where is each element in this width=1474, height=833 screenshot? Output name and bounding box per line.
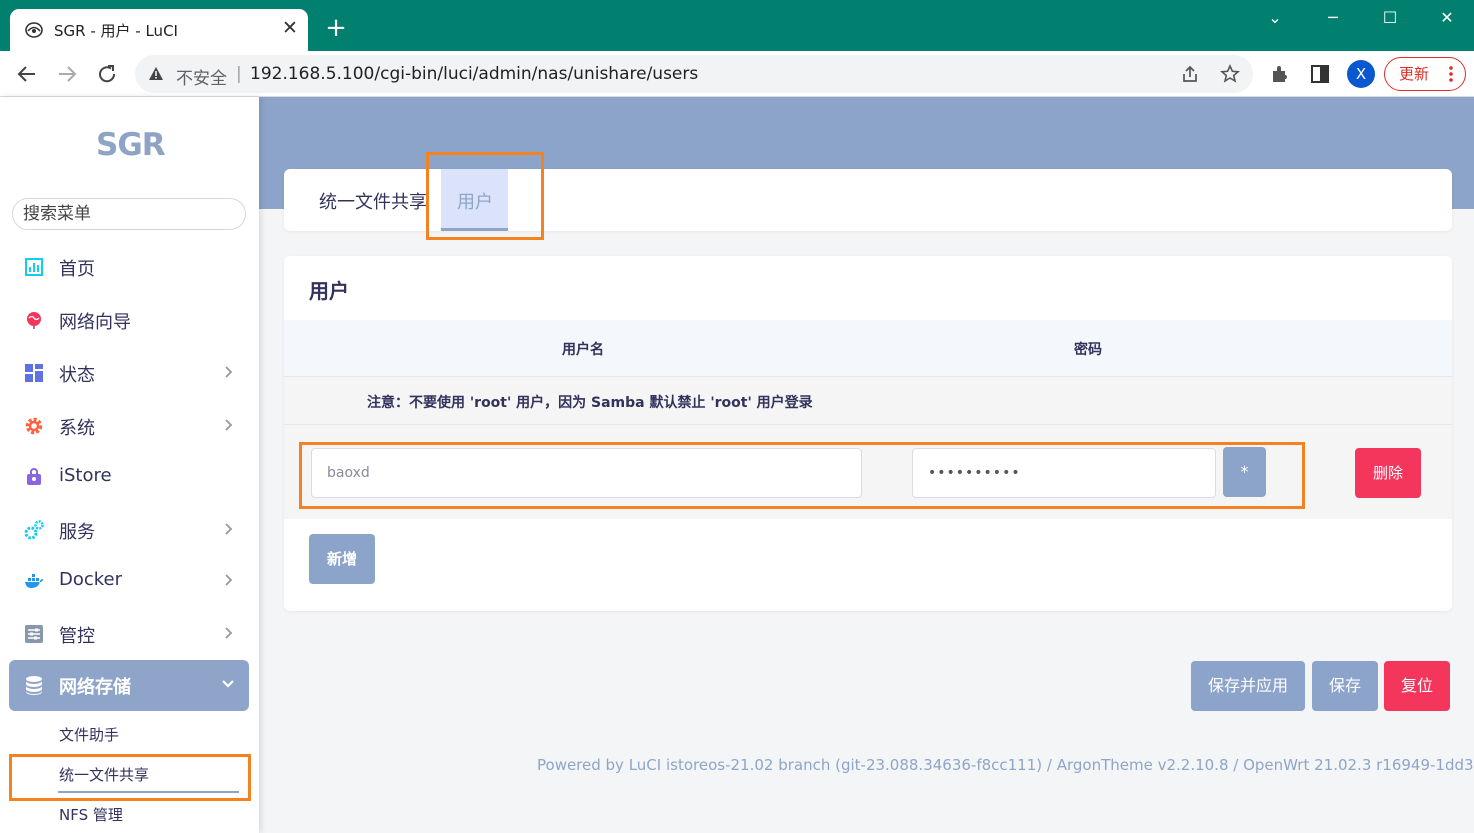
- logo[interactable]: SGR: [96, 127, 166, 163]
- extensions-icon[interactable]: [1269, 63, 1291, 85]
- table-header: 用户名 密码: [284, 320, 1452, 377]
- new-tab-button[interactable]: +: [322, 14, 350, 42]
- tab-unishare[interactable]: 统一文件共享: [319, 188, 427, 214]
- users-section: 用户 用户名 密码 注意：不要使用 'root' 用户，因为 Samba 默认禁…: [284, 256, 1452, 611]
- sidebar-item-network-wizard[interactable]: 网络向导: [0, 295, 259, 345]
- database-icon: [26, 676, 42, 695]
- column-header-password: 密码: [1074, 342, 1102, 358]
- back-icon[interactable]: [13, 61, 41, 87]
- sidebar-item-label: 系统: [59, 418, 95, 439]
- notice-row: 注意：不要使用 'root' 用户，因为 Samba 默认禁止 'root' 用…: [284, 377, 1452, 425]
- update-button[interactable]: 更新: [1384, 57, 1466, 91]
- sidebar-item-control[interactable]: 管控: [0, 609, 259, 659]
- sidebar-item-label: 状态: [59, 365, 95, 386]
- sidebar-item-label: 管控: [59, 626, 95, 647]
- sidebar-item-label: 网络向导: [59, 312, 131, 333]
- sidebar-item-docker[interactable]: Docker: [0, 556, 259, 606]
- warning-icon[interactable]: [148, 66, 164, 81]
- docker-icon: [25, 574, 43, 588]
- url-separator: |: [236, 64, 242, 84]
- section-title: 用户: [309, 279, 349, 303]
- chevron-right-icon: [225, 366, 233, 378]
- minimize-icon[interactable]: ─: [1318, 6, 1348, 30]
- password-input[interactable]: ••••••••••: [912, 448, 1216, 498]
- tab-users-label: 用户: [457, 192, 493, 213]
- globe-icon: [27, 312, 41, 329]
- star-icon[interactable]: [1220, 64, 1240, 84]
- tab-title: SGR - 用户 - LuCI: [54, 22, 178, 40]
- browser-toolbar: 不安全 | 192.168.5.100/cgi-bin/luci/admin/n…: [0, 51, 1474, 97]
- profile-avatar[interactable]: X: [1347, 60, 1375, 88]
- window-close-icon[interactable]: ✕: [1432, 6, 1462, 30]
- menu-dots-icon: [1449, 66, 1453, 82]
- table-row: baoxd •••••••••• * 删除: [284, 425, 1452, 519]
- browser-tab[interactable]: SGR - 用户 - LuCI ✕: [10, 9, 308, 51]
- chevron-right-icon: [225, 627, 233, 639]
- sidebar-item-nas[interactable]: 网络存储: [9, 660, 249, 711]
- maximize-icon[interactable]: ☐: [1375, 6, 1405, 30]
- reload-icon[interactable]: [93, 61, 121, 87]
- chevron-right-icon: [225, 419, 233, 431]
- chevron-down-icon: [222, 680, 234, 688]
- username-input[interactable]: baoxd: [311, 448, 862, 498]
- sliders-icon: [25, 625, 43, 643]
- add-button[interactable]: 新增: [309, 534, 375, 584]
- tab-active-indicator: [441, 228, 508, 231]
- sidebar-item-home[interactable]: 首页: [0, 242, 259, 292]
- sidebar-item-label: 服务: [59, 522, 95, 543]
- save-button[interactable]: 保存: [1312, 661, 1378, 711]
- update-label: 更新: [1399, 65, 1430, 83]
- share-icon[interactable]: [1180, 64, 1200, 84]
- root-user-notice: 注意：不要使用 'root' 用户，因为 Samba 默认禁止 'root' 用…: [367, 395, 813, 411]
- sidebar-item-system[interactable]: 系统: [0, 401, 259, 451]
- tab-close-icon[interactable]: ✕: [280, 18, 300, 38]
- reset-button[interactable]: 复位: [1384, 661, 1450, 711]
- submenu-item-file-assistant[interactable]: 文件助手: [59, 724, 119, 745]
- chevron-right-icon: [225, 523, 233, 535]
- address-bar[interactable]: 不安全 | 192.168.5.100/cgi-bin/luci/admin/n…: [135, 55, 1253, 93]
- reveal-password-button[interactable]: *: [1223, 447, 1266, 497]
- footer: Powered by LuCI istoreos-21.02 branch (g…: [537, 756, 1474, 774]
- dashboard-icon: [25, 258, 43, 276]
- tab-users[interactable]: 用户: [441, 169, 508, 231]
- sidebar-item-services[interactable]: 服务: [0, 505, 259, 555]
- sidebar-item-status[interactable]: 状态: [0, 348, 259, 398]
- sidepanel-icon[interactable]: [1309, 63, 1331, 85]
- browser-tabstrip: SGR - 用户 - LuCI ✕ + ⌄ ─ ☐ ✕: [0, 0, 1474, 51]
- gear-icon: [25, 417, 43, 435]
- sidebar-item-istore[interactable]: iStore: [0, 452, 259, 502]
- tab-search-icon[interactable]: ⌄: [1260, 6, 1290, 30]
- chevron-right-icon: [225, 574, 233, 586]
- luci-favicon-icon: [25, 22, 43, 38]
- store-bag-icon: [27, 468, 41, 485]
- cogs-icon: [24, 520, 44, 540]
- submenu-item-unishare[interactable]: 统一文件共享: [59, 764, 149, 785]
- sidebar: SGR 搜索菜单 首页 网络向导 状态 系统 iStore 服务 Docker …: [0, 97, 259, 833]
- forward-icon[interactable]: [53, 61, 81, 87]
- sidebar-item-label: Docker: [59, 569, 123, 590]
- status-grid-icon: [25, 364, 43, 382]
- submenu-item-nfs[interactable]: NFS 管理: [59, 804, 123, 825]
- menu-search-input[interactable]: 搜索菜单: [12, 198, 246, 230]
- column-header-username: 用户名: [562, 342, 604, 358]
- url-text[interactable]: 192.168.5.100/cgi-bin/luci/admin/nas/uni…: [250, 64, 698, 84]
- security-label[interactable]: 不安全: [176, 64, 227, 89]
- save-apply-button[interactable]: 保存并应用: [1191, 661, 1305, 711]
- sidebar-item-label: 首页: [59, 259, 95, 280]
- submenu-active-indicator: [58, 791, 239, 793]
- page-tabs: 统一文件共享 用户: [284, 169, 1452, 231]
- sidebar-item-label: iStore: [59, 465, 112, 486]
- delete-button[interactable]: 删除: [1355, 448, 1421, 498]
- sidebar-item-label: 网络存储: [59, 677, 131, 698]
